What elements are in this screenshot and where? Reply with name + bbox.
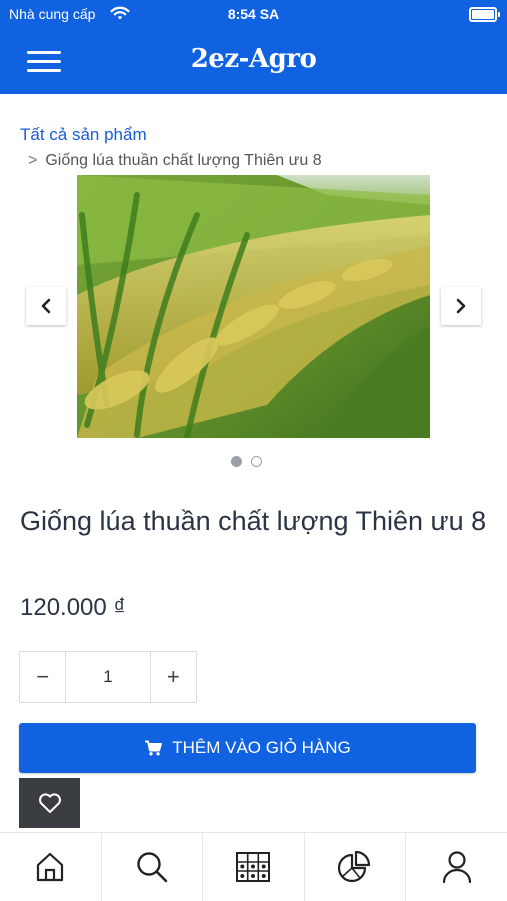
product-price: 120.000 ₫ [20, 594, 126, 621]
carousel-next-button[interactable] [441, 287, 481, 325]
quantity-stepper: − 1 + [19, 651, 197, 703]
brand-logo[interactable]: 2ez-Agro [0, 44, 507, 74]
carousel-dot-2[interactable] [251, 456, 262, 467]
search-icon [137, 852, 168, 883]
add-to-cart-button[interactable]: THÊM VÀO GIỎ HÀNG [19, 723, 476, 773]
tab-home[interactable] [0, 833, 102, 901]
product-image [77, 175, 430, 438]
chevron-right-icon [456, 298, 466, 314]
wishlist-button[interactable] [19, 778, 80, 828]
tab-products[interactable] [203, 833, 305, 901]
grid-products-icon [236, 852, 271, 882]
add-to-cart-label: THÊM VÀO GIỎ HÀNG [172, 738, 351, 757]
tab-reports[interactable] [305, 833, 407, 901]
quantity-input[interactable]: 1 [65, 652, 151, 702]
carousel-dots [231, 456, 262, 467]
battery-icon [469, 7, 500, 22]
breadcrumb-current-label: Giống lúa thuần chất lượng Thiên ưu 8 [45, 152, 322, 169]
breadcrumb-all-products[interactable]: Tất cả sản phẩm [20, 125, 147, 145]
tab-search[interactable] [102, 833, 204, 901]
breadcrumb-separator: > [28, 152, 38, 169]
quantity-increase-button[interactable]: + [151, 652, 196, 702]
quantity-decrease-button[interactable]: − [20, 652, 65, 702]
app-header: Nhà cung cấp 8:54 SA 2ez-Agro [0, 0, 507, 94]
heart-icon [38, 793, 61, 813]
home-icon [37, 852, 64, 882]
status-time: 8:54 SA [227, 6, 280, 22]
tab-account[interactable] [406, 833, 507, 901]
carousel-prev-button[interactable] [26, 287, 66, 325]
user-icon [442, 851, 471, 884]
carousel-dot-1[interactable] [231, 456, 242, 467]
product-title: Giống lúa thuần chất lượng Thiên ưu 8 [20, 506, 487, 536]
status-bar: Nhà cung cấp 8:54 SA [0, 0, 507, 28]
chevron-left-icon [41, 298, 51, 314]
breadcrumb-current: > Giống lúa thuần chất lượng Thiên ưu 8 [28, 152, 322, 170]
cart-icon [144, 740, 163, 756]
bottom-tab-bar [0, 832, 507, 901]
pie-chart-icon [337, 850, 371, 883]
